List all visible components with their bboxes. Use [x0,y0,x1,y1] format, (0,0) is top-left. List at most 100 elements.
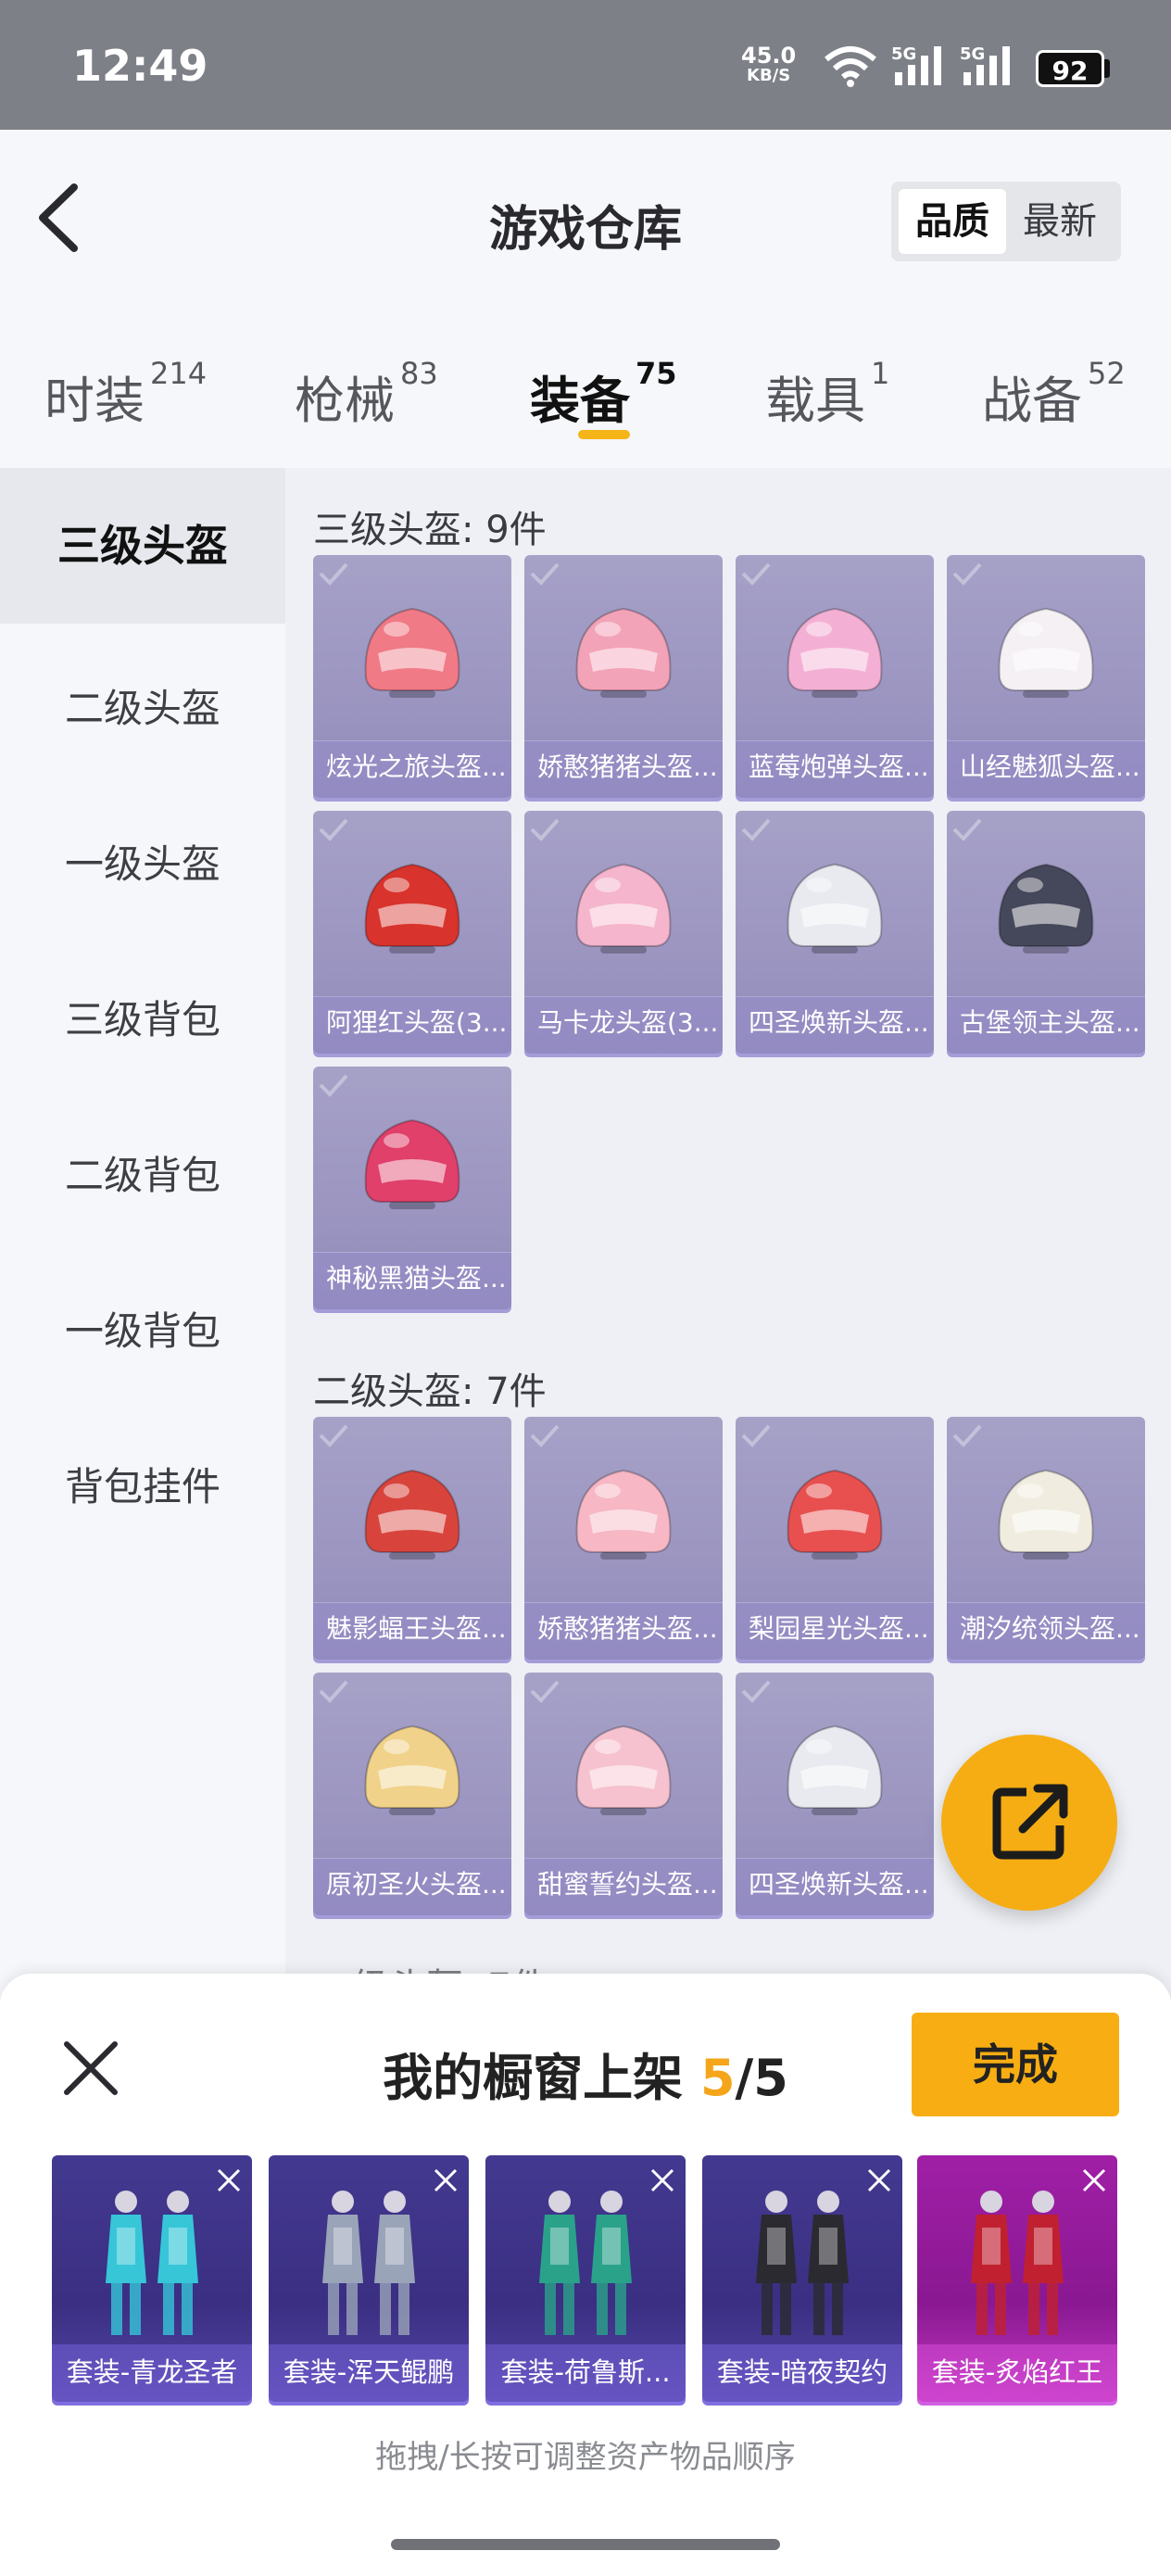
checkmark-icon [530,818,560,841]
item-label: 蓝莓炮弹头盔... [736,740,934,798]
item-card[interactable]: 马卡龙头盔(3... [524,811,723,1054]
outfit-figure-icon [971,2191,1064,2335]
done-button[interactable]: 完成 [912,2013,1119,2116]
checkmark-icon [319,818,348,841]
tab-equipment[interactable]: 装备 75 [530,356,677,433]
helmet-icon [575,863,672,953]
svg-text:5G: 5G [891,44,916,64]
checkmark-icon [952,562,982,586]
item-label: 魅影蝠王头盔... [313,1602,511,1660]
item-card[interactable]: 四圣焕新头盔... [736,1673,934,1915]
item-card[interactable]: 魅影蝠王头盔... [313,1417,511,1660]
showcase-item[interactable]: 套装-炙焰红王 [917,2155,1117,2402]
section-title-level3: 三级头盔: 9件 [313,509,547,551]
item-card[interactable]: 山经魅狐头盔... [947,555,1145,798]
item-card[interactable]: 梨园星光头盔... [736,1417,934,1660]
sidebar-item-level3-backpack[interactable]: 三级背包 [0,989,285,1045]
checkmark-icon [530,1680,560,1703]
tab-count: 1 [871,356,890,391]
sort-latest-button[interactable]: 最新 [1006,189,1114,254]
helmet-icon [787,863,883,953]
tab-label: 枪械 [295,372,395,430]
item-label: 山经魅狐头盔... [947,740,1145,798]
item-card[interactable]: 蓝莓炮弹头盔... [736,555,934,798]
item-label: 神秘黑猫头盔... [313,1252,511,1309]
home-indicator[interactable] [391,2539,780,2550]
item-label: 甜蜜誓约头盔... [524,1858,723,1915]
outfit-figure-icon [539,2191,632,2335]
showcase-item[interactable]: 套装-浑天鲲鹏 [269,2155,469,2402]
checkmark-icon [530,1424,560,1447]
item-label: 潮汐统领头盔... [947,1602,1145,1660]
active-tab-indicator [578,430,630,439]
helmet-icon [575,607,672,698]
item-card[interactable]: 炫光之旅头盔... [313,555,511,798]
item-card[interactable]: 四圣焕新头盔... [736,811,934,1054]
checkmark-icon [741,818,771,841]
category-sidebar: 三级头盔 二级头盔 一级头盔 三级背包 二级背包 一级背包 背包挂件 [0,468,285,2071]
sidebar-item-backpack-pendant[interactable]: 背包挂件 [0,1456,285,1512]
tab-count: 52 [1088,356,1126,391]
item-card[interactable]: 原初圣火头盔... [313,1673,511,1915]
showcase-item-label: 套装-暗夜契约 [702,2344,902,2402]
section-title-level2: 二级头盔: 7件 [313,1370,547,1413]
showcase-item-label: 套装-荷鲁斯... [485,2344,686,2402]
helmet-icon [998,863,1094,953]
outfit-figure-icon [756,2191,849,2335]
helmet-icon [787,1469,883,1559]
tab-supplies[interactable]: 战备 52 [982,356,1126,433]
helmet-icon [364,607,460,698]
item-label: 四圣焕新头盔... [736,996,934,1054]
tab-label: 载具 [765,372,865,430]
item-card[interactable]: 娇憨猪猪头盔... [524,1417,723,1660]
helmet-icon [364,1469,460,1559]
tab-label: 装备 [530,372,630,430]
showcase-total-count: /5 [735,2049,788,2107]
status-bar: 12:49 45.0 KB/S 5G 5G 92 [0,0,1171,130]
item-card[interactable]: 阿狸红头盔(3... [313,811,511,1054]
helmet-icon [364,863,460,953]
item-card[interactable]: 娇憨猪猪头盔... [524,555,723,798]
helmet-icon [364,1118,460,1209]
item-card[interactable]: 甜蜜誓约头盔... [524,1673,723,1915]
tab-count: 214 [150,356,208,391]
tab-fashion[interactable]: 时装 214 [44,356,207,433]
showcase-item[interactable]: 套装-暗夜契约 [702,2155,902,2402]
outfit-figure-icon [106,2191,198,2335]
clock: 12:49 [72,41,208,91]
item-card[interactable]: 神秘黑猫头盔... [313,1067,511,1309]
showcase-item[interactable]: 套装-荷鲁斯... [485,2155,686,2402]
tab-count: 83 [400,356,438,391]
tab-label: 战备 [982,372,1082,430]
showcase-item-label: 套装-浑天鲲鹏 [269,2344,469,2402]
share-external-icon [992,1784,1068,1860]
sidebar-item-level1-backpack[interactable]: 一级背包 [0,1300,285,1357]
svg-text:5G: 5G [960,44,985,64]
item-label: 马卡龙头盔(3... [524,996,723,1054]
checkmark-icon [952,1424,982,1447]
helmet-icon [575,1724,672,1815]
tab-count: 75 [636,356,677,391]
checkmark-icon [319,562,348,586]
helmet-icon [998,1469,1094,1559]
sort-quality-button[interactable]: 品质 [899,189,1006,254]
item-card[interactable]: 潮汐统领头盔... [947,1417,1145,1660]
showcase-item-label: 套装-青龙圣者 [52,2344,252,2402]
checkmark-icon [319,1680,348,1703]
sidebar-item-level2-backpack[interactable]: 二级背包 [0,1144,285,1201]
sidebar-item-level1-helmet[interactable]: 一级头盔 [0,833,285,890]
item-card[interactable]: 古堡领主头盔... [947,811,1145,1054]
network-speed-unit: KB/S [747,66,791,85]
tab-vehicles[interactable]: 载具 1 [765,356,889,433]
sidebar-item-level2-helmet[interactable]: 二级头盔 [0,677,285,734]
tab-label: 时装 [44,372,145,430]
sidebar-item-level3-helmet[interactable]: 三级头盔 [0,468,285,624]
network-speed: 45.0 KB/S [741,44,796,85]
showcase-item[interactable]: 套装-青龙圣者 [52,2155,252,2402]
checkmark-icon [530,562,560,586]
share-button[interactable] [941,1735,1117,1911]
helmet-icon [998,607,1094,698]
item-label: 原初圣火头盔... [313,1858,511,1915]
tab-weapons[interactable]: 枪械 83 [295,356,438,433]
item-label: 炫光之旅头盔... [313,740,511,798]
